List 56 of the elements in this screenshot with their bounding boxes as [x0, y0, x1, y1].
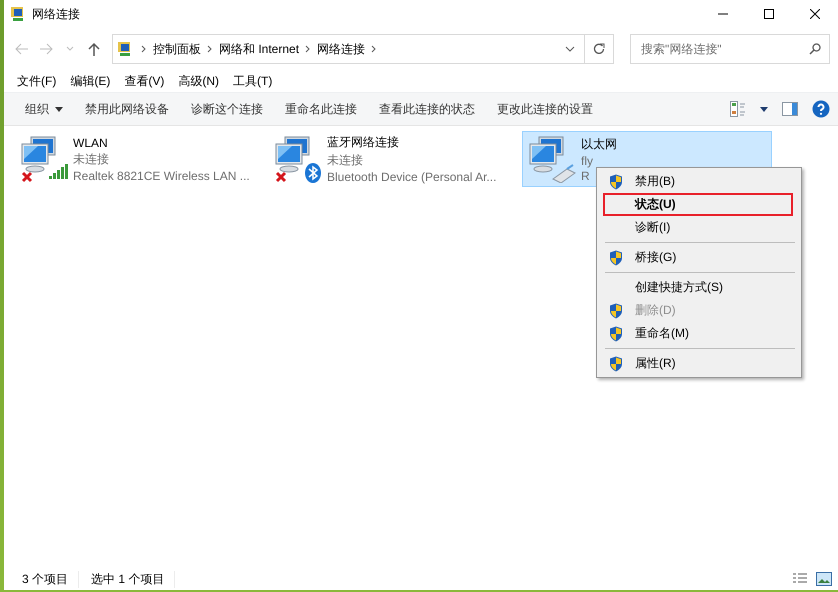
connection-status: 未连接	[73, 150, 110, 168]
connection-tile[interactable]: 蓝牙网络连接 未连接 Bluetooth Device (Personal Ar...	[268, 131, 518, 187]
menu-item[interactable]: 文件(F)	[12, 72, 62, 90]
window-title: 网络连接	[32, 6, 80, 22]
address-bar[interactable]: 控制面板 网络和 Internet 网络连接	[112, 34, 614, 64]
shield-icon	[609, 326, 623, 342]
chevron-down-icon[interactable]	[565, 46, 575, 52]
close-icon[interactable]	[810, 9, 820, 19]
search-icon	[809, 43, 821, 55]
connection-name: 以太网	[581, 136, 617, 152]
toolbar-button[interactable]: 重命名此连接	[274, 96, 368, 122]
shield-icon	[609, 356, 623, 372]
breadcrumb[interactable]: 网络连接	[313, 40, 370, 58]
breadcrumb[interactable]: 网络和 Internet	[215, 40, 304, 58]
context-menu-item[interactable]: 创建快捷方式(S)	[603, 276, 793, 299]
large-icons-view-icon[interactable]	[816, 572, 832, 586]
menu-item[interactable]: 查看(V)	[119, 72, 170, 90]
network-computer-icon	[273, 135, 323, 183]
context-menu-item[interactable]: 桥接(G)	[603, 246, 793, 269]
device-name: Bluetooth Device (Personal Ar...	[327, 170, 496, 184]
menu-item[interactable]: 高级(N)	[173, 72, 224, 90]
connection-name: 蓝牙网络连接	[327, 134, 400, 151]
toolbar-button[interactable]: 更改此连接的设置	[486, 96, 604, 122]
toolbar-button[interactable]: 诊断这个连接	[180, 96, 274, 122]
connection-status: fly	[581, 154, 594, 168]
shield-icon	[609, 174, 623, 190]
context-menu-item[interactable]: 状态(U)	[603, 193, 793, 216]
menu-item[interactable]: 工具(T)	[228, 72, 278, 90]
view-options-icon[interactable]	[730, 101, 746, 117]
refresh-icon[interactable]	[593, 43, 605, 55]
breadcrumb[interactable]: 控制面板	[149, 40, 205, 58]
help-icon[interactable]	[812, 100, 830, 118]
network-computer-icon	[19, 135, 69, 183]
connection-tile[interactable]: WLAN 未连接 Realtek 8821CE Wireless LAN ...	[14, 131, 264, 187]
context-menu-item[interactable]: 诊断(I)	[603, 216, 793, 239]
preview-pane-icon[interactable]	[782, 102, 798, 116]
network-folder-icon	[117, 41, 133, 57]
search-box[interactable]: 搜索"网络连接"	[630, 34, 830, 64]
network-folder-icon	[10, 6, 26, 22]
connection-status: 未连接	[327, 152, 364, 169]
toolbar-button[interactable]: 查看此连接的状态	[368, 96, 486, 122]
status-text: 3 个项目	[18, 570, 80, 588]
shield-icon	[609, 250, 623, 266]
network-computer-icon	[527, 135, 577, 183]
shield-icon	[609, 302, 623, 318]
menu-item[interactable]: 编辑(E)	[65, 72, 116, 90]
context-menu-item[interactable]: 重命名(M)	[603, 322, 793, 345]
caret-icon[interactable]	[760, 106, 768, 112]
maximize-icon[interactable]	[764, 9, 774, 19]
connection-name: WLAN	[73, 136, 109, 150]
toolbar-button[interactable]: 禁用此网络设备	[74, 96, 180, 122]
toolbar-button[interactable]: 组织	[14, 96, 74, 122]
device-name: R	[581, 168, 591, 182]
device-name: Realtek 8821CE Wireless LAN ...	[73, 168, 250, 182]
context-menu-item[interactable]: 属性(R)	[603, 352, 793, 375]
status-text: 选中 1 个项目	[87, 570, 176, 588]
